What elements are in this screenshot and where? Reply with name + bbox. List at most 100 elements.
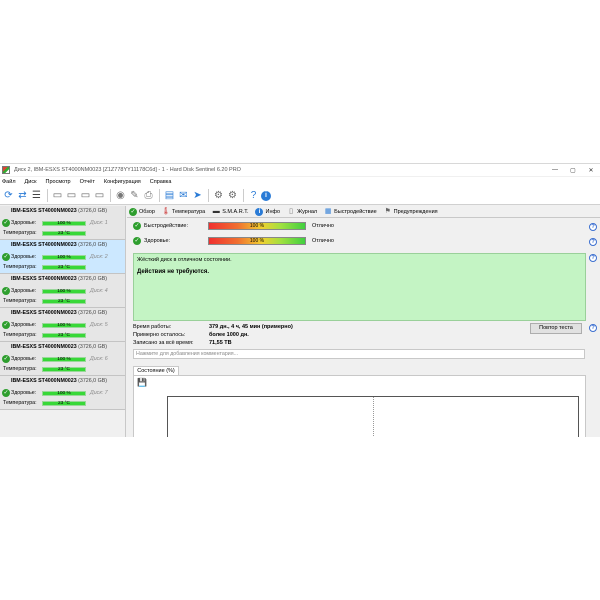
tab-smart[interactable]: ▬ S.M.A.R.T.	[210, 208, 249, 216]
health-bar: 100 %	[208, 237, 306, 245]
disk-name: IBM-ESXS ST4000NM0023	[11, 310, 77, 316]
tab-bar: ✓ Обзор 🌡 Температура ▬ S.M.A.R.T. i Инф…	[127, 206, 600, 218]
written-label: Записано за всё время:	[133, 340, 194, 346]
disk-item[interactable]: IBM-ESXS ST4000NM0023 (3726,0 GB) ✓ Здор…	[0, 206, 125, 240]
health-bar: 100 %	[42, 255, 86, 260]
send-icon[interactable]: ➤	[191, 189, 204, 202]
minimize-button[interactable]: —	[546, 164, 564, 176]
smart-icon: ▬	[212, 208, 220, 215]
health-bar: 100 %	[42, 357, 86, 362]
help-icon[interactable]: ?	[589, 238, 597, 246]
app-window: Диск 2, IBM-ESXS ST4000NM0023 [Z1Z778YY1…	[0, 163, 600, 437]
printer-icon[interactable]: ⎙	[142, 189, 155, 202]
disk-capacity: (3726,0 GB)	[78, 310, 107, 316]
retest-button[interactable]: Повтор теста	[530, 323, 582, 334]
tab-info[interactable]: i Инфо	[253, 207, 280, 216]
graph-gridline	[373, 397, 374, 437]
list-icon[interactable]: ☰	[30, 189, 43, 202]
disk-info-icon[interactable]: ◉	[114, 189, 127, 202]
disk-tag: Диск: 5	[90, 322, 108, 328]
performance-label: Быстродействие:	[144, 223, 189, 229]
health-bar: 100 %	[42, 323, 86, 328]
temperature-label: Температура:	[3, 332, 37, 338]
disk-item[interactable]: IBM-ESXS ST4000NM0023 (3726,0 GB) ✓ Здор…	[0, 308, 125, 342]
check-icon: ✓	[2, 389, 10, 397]
temperature-value: 23 °C	[57, 401, 71, 406]
temperature-value: 23 °C	[57, 367, 71, 372]
disk-tag: Диск: 1	[90, 220, 108, 226]
email-icon[interactable]: ✉	[177, 189, 190, 202]
toolbar: ⟳ ⇄ ☰ ▭ ▭ ▭ ▭ ◉ ✎ ⎙ ▤ ✉ ➤ ⚙ ⚙ ? i	[0, 187, 600, 205]
menu-help[interactable]: Справка	[150, 179, 172, 185]
settings-icon[interactable]: ⚙	[212, 189, 225, 202]
toolbar-divider	[159, 189, 160, 202]
help-icon[interactable]: ?	[589, 223, 597, 231]
info-icon: i	[255, 207, 264, 216]
disk-tag: Диск: 2	[90, 254, 108, 260]
temperature-label: Температура:	[3, 230, 37, 236]
temperature-value: 23 °C	[57, 265, 71, 270]
temperature-label: Температура:	[3, 400, 37, 406]
disk-tag: Диск: 6	[90, 356, 108, 362]
comment-input[interactable]: Нажмите для добавления комментария...	[133, 349, 585, 359]
uptime-label: Время работы:	[133, 324, 172, 330]
save-icon[interactable]: 💾	[137, 379, 147, 387]
toolbar-divider	[110, 189, 111, 202]
disk-name: IBM-ESXS ST4000NM0023	[11, 344, 77, 350]
menu-report[interactable]: Отчёт	[80, 179, 95, 185]
menu-file[interactable]: Файл	[2, 179, 16, 185]
gear-icon[interactable]: ⚙	[226, 189, 239, 202]
rescan-icon[interactable]: ⇄	[16, 189, 29, 202]
check-icon: ✓	[2, 253, 10, 261]
disk-name: IBM-ESXS ST4000NM0023	[11, 276, 77, 282]
disk-capacity: (3726,0 GB)	[78, 208, 107, 214]
check-icon: ✓	[133, 237, 141, 245]
menu-bar: Файл Диск Просмотр Отчёт Конфигурация Сп…	[0, 177, 600, 187]
temperature-bar: 23 °C	[42, 299, 86, 304]
menu-view[interactable]: Просмотр	[46, 179, 71, 185]
menu-disk[interactable]: Диск	[25, 179, 37, 185]
hdd-test-icon[interactable]: ▭	[65, 189, 78, 202]
disk-item[interactable]: IBM-ESXS ST4000NM0023 (3726,0 GB) ✓ Здор…	[0, 240, 125, 274]
check-icon: ✓	[2, 287, 10, 295]
temperature-value: 23 °C	[57, 231, 71, 236]
toolbar-divider	[208, 189, 209, 202]
disk-item[interactable]: IBM-ESXS ST4000NM0023 (3726,0 GB) ✓ Здор…	[0, 376, 125, 410]
performance-status: Отлично	[312, 223, 334, 229]
disk-title: IBM-ESXS ST4000NM0023 (3726,0 GB)	[11, 310, 107, 316]
menu-config[interactable]: Конфигурация	[104, 179, 141, 185]
disk-tool-icon[interactable]: ✎	[128, 189, 141, 202]
temperature-bar: 23 °C	[42, 265, 86, 270]
status-message: Жёсткий диск в отличном состоянии.	[137, 257, 232, 263]
help-icon[interactable]: ?	[589, 324, 597, 332]
close-button[interactable]: ✕	[582, 164, 600, 176]
toolbar-divider	[47, 189, 48, 202]
disk-item[interactable]: IBM-ESXS ST4000NM0023 (3726,0 GB) ✓ Здор…	[0, 274, 125, 308]
report-icon[interactable]: ▤	[163, 189, 176, 202]
hdd-icon[interactable]: ▭	[51, 189, 64, 202]
tab-warnings[interactable]: ⚑ Предупреждения	[382, 208, 438, 216]
disk-capacity: (3726,0 GB)	[78, 344, 107, 350]
hdd-check-icon[interactable]: ▭	[93, 189, 106, 202]
tab-performance[interactable]: ▦ Быстродействие	[322, 208, 377, 216]
about-icon[interactable]: i	[261, 190, 271, 201]
disk-capacity: (3726,0 GB)	[78, 242, 107, 248]
tab-temperature[interactable]: 🌡 Температура	[160, 208, 205, 216]
refresh-icon[interactable]: ⟳	[2, 189, 15, 202]
help-icon[interactable]: ?	[247, 189, 260, 202]
state-panel: 💾	[133, 375, 586, 437]
maximize-button[interactable]: ▢	[564, 164, 582, 176]
health-row: ✓ Здоровье: 100 % Отлично	[133, 236, 334, 246]
tab-log[interactable]: ▯ Журнал	[285, 208, 317, 216]
check-icon: ✓	[133, 222, 141, 230]
help-icon[interactable]: ?	[589, 254, 597, 262]
disk-capacity: (3726,0 GB)	[78, 276, 107, 282]
remaining-label: Примерно осталось:	[133, 332, 186, 338]
check-icon: ✓	[2, 321, 10, 329]
disk-item[interactable]: IBM-ESXS ST4000NM0023 (3726,0 GB) ✓ Здор…	[0, 342, 125, 376]
hdd-surface-icon[interactable]: ▭	[79, 189, 92, 202]
health-bar: 100 %	[42, 221, 86, 226]
tab-overview[interactable]: ✓ Обзор	[127, 207, 155, 216]
details-pane: ✓ Обзор 🌡 Температура ▬ S.M.A.R.T. i Инф…	[127, 206, 600, 437]
temperature-label: Температура:	[3, 264, 37, 270]
